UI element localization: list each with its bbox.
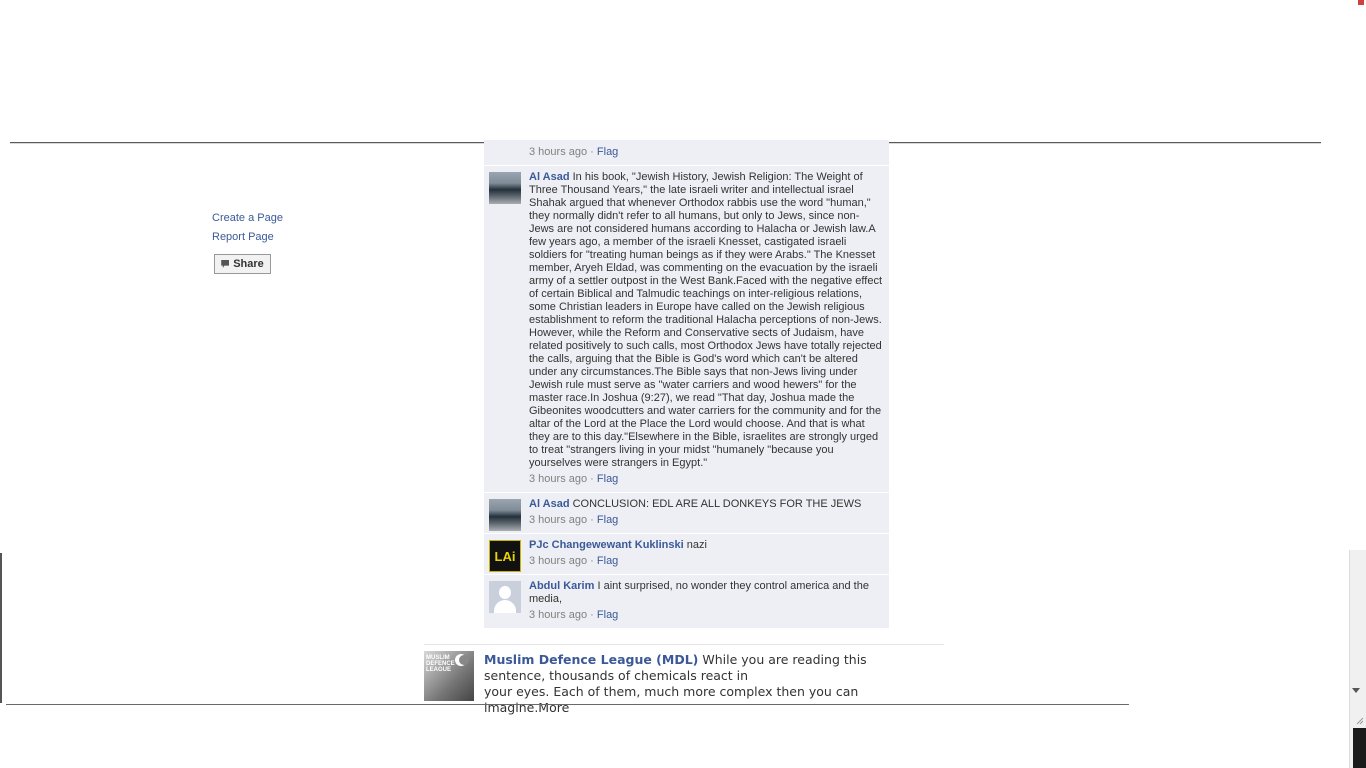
avatar[interactable] <box>489 172 521 204</box>
meta-separator: · <box>590 146 594 158</box>
page-profile-picture[interactable]: MUSLIM DEFENCE LEAGUE <box>424 651 474 701</box>
post-author[interactable]: Muslim Defence League (MDL) <box>484 652 698 667</box>
comment-item: Al Asad In his book, "Jewish History, Je… <box>484 166 889 493</box>
post-text-line2: your eyes. Each of them, much more compl… <box>484 684 859 715</box>
flag-link[interactable]: Flag <box>597 555 618 567</box>
window-left-border <box>0 553 2 703</box>
avatar[interactable] <box>489 581 521 613</box>
meta-separator: · <box>590 609 594 621</box>
bottom-divider <box>6 704 1129 705</box>
share-button[interactable]: Share <box>214 254 271 274</box>
flag-link[interactable]: Flag <box>597 146 618 158</box>
avatar-logo-text: LAi <box>494 548 516 564</box>
crescent-icon <box>455 654 469 666</box>
comment-author[interactable]: Al Asad <box>529 498 570 510</box>
comment-text: CONCLUSION: EDL ARE ALL DONKEYS FOR THE … <box>572 498 862 510</box>
scrollbar-thumb[interactable] <box>1353 728 1366 768</box>
comment-stream: 3 hours ago · Flag Al Asad In his book, … <box>484 140 889 629</box>
comment-time: 3 hours ago <box>529 514 588 526</box>
comment-meta: 3 hours ago · Flag <box>529 146 883 159</box>
comment-item: 3 hours ago · Flag <box>484 140 889 166</box>
meta-separator: · <box>590 473 594 485</box>
create-page-link[interactable]: Create a Page <box>212 209 412 228</box>
share-label: Share <box>233 258 264 270</box>
corner-marker <box>1358 0 1364 5</box>
report-page-link[interactable]: Report Page <box>212 228 412 247</box>
comment-meta: 3 hours ago · Flag <box>529 609 883 622</box>
scroll-down-arrow-icon[interactable] <box>1352 688 1360 693</box>
comment-author[interactable]: Abdul Karim <box>529 580 594 592</box>
comment-author[interactable]: PJc Changewewant Kuklinski <box>529 539 684 551</box>
comment-meta: 3 hours ago · Flag <box>529 514 883 527</box>
comment-author[interactable]: Al Asad <box>529 171 570 183</box>
post-divider <box>424 644 944 645</box>
comment-text: In his book, "Jewish History, Jewish Rel… <box>529 171 883 469</box>
comment-item: LAi PJc Changewewant Kuklinski nazi 3 ho… <box>484 534 889 575</box>
comment-item: Al Asad CONCLUSION: EDL ARE ALL DONKEYS … <box>484 493 889 534</box>
flag-link[interactable]: Flag <box>597 609 618 621</box>
comment-meta: 3 hours ago · Flag <box>529 555 883 568</box>
avatar[interactable] <box>489 499 521 531</box>
left-column: Create a Page Report Page <box>212 209 412 247</box>
comment-time: 3 hours ago <box>529 609 588 621</box>
resize-grip-icon[interactable] <box>1356 716 1364 725</box>
profile-picture-text: MUSLIM DEFENCE LEAGUE <box>426 655 455 673</box>
post-body: Muslim Defence League (MDL) While you ar… <box>484 652 924 716</box>
comment-item: Abdul Karim I aint surprised, no wonder … <box>484 575 889 629</box>
meta-separator: · <box>590 555 594 567</box>
meta-separator: · <box>590 514 594 526</box>
flag-link[interactable]: Flag <box>597 473 618 485</box>
comment-time: 3 hours ago <box>529 473 588 485</box>
comment-time: 3 hours ago <box>529 555 588 567</box>
comment-text: nazi <box>686 539 707 551</box>
comment-time: 3 hours ago <box>529 146 588 158</box>
comment-meta: 3 hours ago · Flag <box>529 473 883 486</box>
avatar[interactable]: LAi <box>489 540 521 572</box>
flag-link[interactable]: Flag <box>597 514 618 526</box>
share-icon <box>221 260 230 268</box>
